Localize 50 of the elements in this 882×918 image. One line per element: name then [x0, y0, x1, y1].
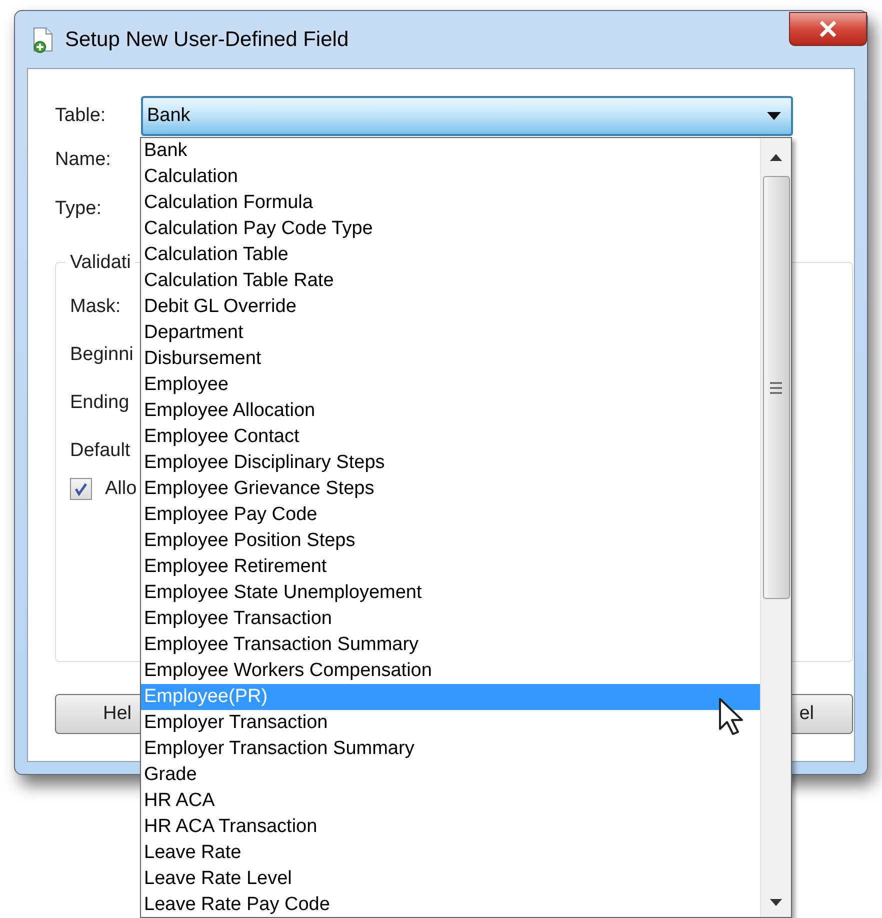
caret-icon [767, 112, 781, 120]
dropdown-item[interactable]: Calculation Table [141, 242, 760, 268]
checkbox[interactable] [70, 478, 92, 500]
dropdown-item[interactable]: HR ACA Transaction [141, 814, 760, 840]
dropdown-item[interactable]: Disbursement [141, 346, 760, 372]
dropdown-item[interactable]: Employee Transaction Summary [141, 632, 760, 658]
field-label: Name: [55, 148, 111, 172]
dropdown-item[interactable]: Employee Transaction [141, 606, 760, 632]
new-document-icon [31, 26, 55, 52]
scrollbar-thumb[interactable] [762, 176, 790, 599]
checkbox-label: Allo [105, 476, 137, 501]
field-label: Ending [70, 390, 130, 415]
window-title: Setup New User-Defined Field [65, 26, 349, 53]
dropdown-item[interactable]: Calculation Formula [141, 190, 760, 216]
dropdown-item[interactable]: Employee State Unemployement [141, 580, 760, 606]
dropdown-item[interactable]: HR ACA [141, 788, 760, 814]
dropdown-item[interactable]: Employee Disciplinary Steps [141, 450, 760, 476]
dropdown-item[interactable]: Employee Retirement [141, 554, 760, 580]
dropdown-item[interactable]: Calculation [141, 164, 760, 190]
dropdown-item[interactable]: Employee Contact [141, 424, 760, 450]
dropdown-item[interactable]: Employee Position Steps [141, 528, 760, 554]
field-label: Beginni [70, 342, 134, 367]
dropdown-item[interactable]: Calculation Pay Code Type [141, 216, 760, 242]
dropdown-item[interactable]: Calculation Table Rate [141, 268, 760, 294]
dropdown-item[interactable]: Employee [141, 372, 760, 398]
close-icon [819, 21, 837, 37]
dropdown-item[interactable]: Grade [141, 762, 760, 788]
dropdown-item[interactable]: Bank [141, 138, 760, 164]
scroll-up-icon[interactable] [770, 154, 782, 160]
checkmark-icon [74, 482, 88, 496]
table-dropdown[interactable]: Bank [141, 96, 793, 136]
field-label: Type: [55, 197, 102, 222]
dropdown-item[interactable]: Leave Rate [141, 840, 760, 866]
dropdown-item[interactable]: Employee Pay Code [141, 502, 760, 528]
scrollbar[interactable] [760, 138, 791, 917]
field-label: Mask: [70, 294, 121, 319]
dropdown-item[interactable]: Debit GL Override [141, 294, 760, 320]
dropdown-item[interactable]: Leave Rate Pay Code [141, 892, 760, 918]
dropdown-item[interactable]: Employee Allocation [141, 398, 760, 424]
scroll-down-icon[interactable] [770, 898, 782, 906]
table-label: Table: [55, 104, 107, 128]
mouse-cursor-icon [718, 697, 744, 737]
dropdown-item[interactable]: Employee Workers Compensation [141, 658, 760, 684]
grip-icon [770, 380, 782, 394]
dropdown-item[interactable]: Department [141, 320, 760, 346]
dropdown-item[interactable]: Employer Transaction Summary [141, 736, 760, 762]
field-label: Default [70, 438, 130, 463]
dropdown-item[interactable]: Leave Rate Level [141, 866, 760, 892]
close-button[interactable] [789, 12, 867, 46]
dropdown-item[interactable]: Employee Grievance Steps [141, 476, 760, 502]
